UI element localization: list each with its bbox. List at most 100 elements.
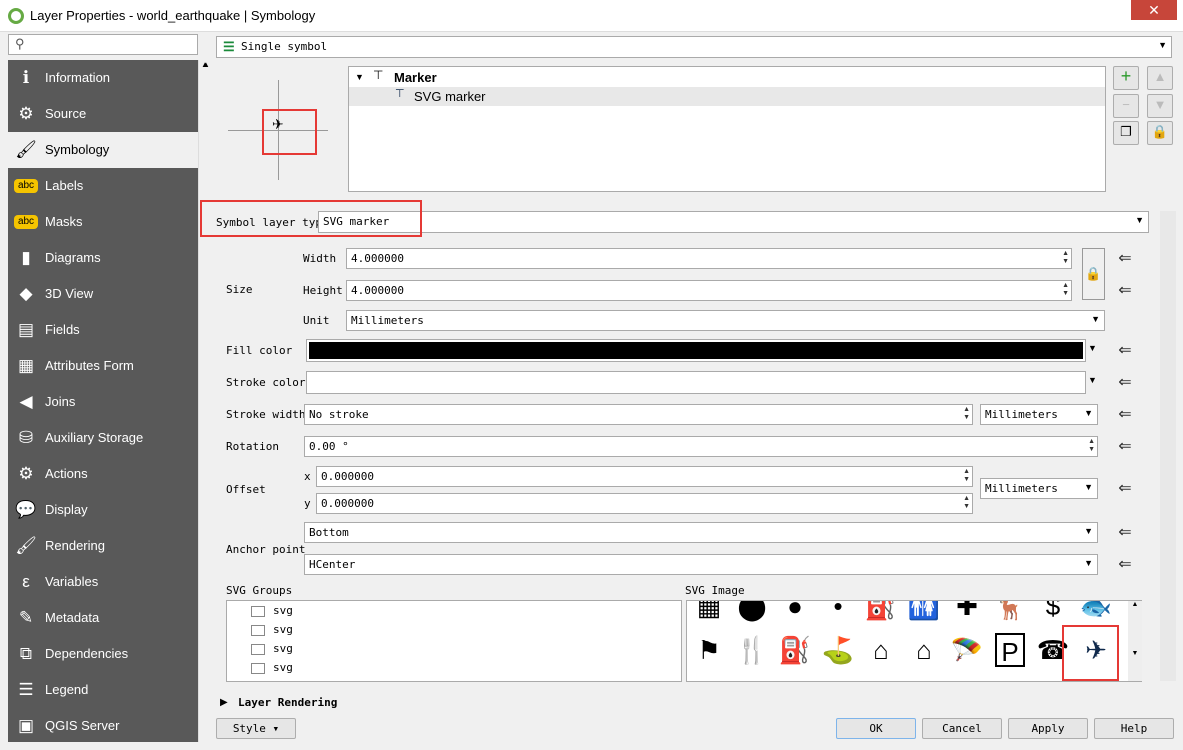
- fill-color-button[interactable]: [306, 339, 1086, 362]
- svg-image-option[interactable]: 🚻: [904, 601, 944, 623]
- svg-image-option[interactable]: ⛽: [861, 601, 901, 623]
- anchor-vertical-select[interactable]: Bottom ▼: [304, 522, 1098, 543]
- svg-image-option[interactable]: ⬤: [732, 601, 772, 623]
- style-label: Style: [232, 722, 266, 735]
- sidebar-item-information[interactable]: ℹ Information: [8, 60, 198, 96]
- svg-marker-icon: ⊤: [395, 88, 405, 100]
- tree-item-marker[interactable]: Marker: [394, 70, 437, 85]
- cancel-button[interactable]: Cancel: [922, 718, 1002, 739]
- close-button[interactable]: ✕: [1131, 0, 1177, 20]
- lock-aspect-ratio-button[interactable]: 🔒: [1082, 248, 1105, 300]
- offset-x-input[interactable]: 0.000000 ▲ ▼: [316, 466, 973, 487]
- apply-button[interactable]: Apply: [1008, 718, 1088, 739]
- data-defined-override-icon[interactable]: ⇐: [1114, 554, 1136, 576]
- rotation-input[interactable]: 0.00 ° ▲ ▼: [304, 436, 1098, 457]
- diagrams-icon: ▮: [21, 248, 31, 267]
- sidebar-item-source[interactable]: ⚙ Source: [8, 96, 198, 132]
- sidebar-item-3d-view[interactable]: ◆ 3D View: [8, 276, 198, 312]
- data-defined-override-icon[interactable]: ⇐: [1114, 248, 1136, 270]
- svg-image-option[interactable]: 🪂: [947, 633, 987, 667]
- offset-x-label: x: [304, 470, 311, 483]
- symbol-layer-tree[interactable]: ▼ ⊤ Marker ⊤ SVG marker: [348, 66, 1106, 192]
- sidebar-item-legend[interactable]: ☰ Legend: [8, 672, 198, 708]
- svg-image-option[interactable]: $: [1033, 601, 1073, 623]
- svg-image-option[interactable]: 🍴: [732, 633, 772, 667]
- svg-image-option[interactable]: ▦: [689, 601, 729, 623]
- sidebar-item-attributes-form[interactable]: ▦ Attributes Form: [8, 348, 198, 384]
- sidebar-item-rendering[interactable]: 🖌 Rendering: [8, 528, 198, 564]
- svg-groups-tree[interactable]: svg svg svg svg: [226, 600, 682, 682]
- svg-group-item[interactable]: svg: [273, 661, 293, 674]
- stroke-width-label: Stroke width: [226, 408, 306, 421]
- move-up-button[interactable]: ▲: [1147, 66, 1173, 90]
- sidebar: ℹ Information ⚙ Source 🖌 Symbology abc Labels ab…: [8, 60, 198, 742]
- svg-group-item[interactable]: svg: [273, 623, 293, 636]
- svg-image-option[interactable]: ⌂: [904, 633, 944, 667]
- svg-group-item[interactable]: svg: [273, 642, 293, 655]
- stroke-color-button[interactable]: [306, 371, 1086, 394]
- svg-group-item[interactable]: svg: [273, 604, 293, 617]
- sidebar-item-diagrams[interactable]: ▮ Diagrams: [8, 240, 198, 276]
- sidebar-item-auxiliary-storage[interactable]: ⛁ Auxiliary Storage: [8, 420, 198, 456]
- size-unit-select[interactable]: Millimeters ▼: [346, 310, 1105, 331]
- sidebar-item-label: QGIS Server: [45, 718, 120, 733]
- offset-unit-select[interactable]: Millimeters ▼: [980, 478, 1098, 499]
- data-defined-override-icon[interactable]: ⇐: [1114, 522, 1136, 544]
- data-defined-override-icon[interactable]: ⇐: [1114, 372, 1136, 394]
- svg-image-option[interactable]: ●: [775, 601, 815, 623]
- settings-scrollbar[interactable]: [1160, 211, 1176, 681]
- sidebar-item-metadata[interactable]: ✎ Metadata: [8, 600, 198, 636]
- sidebar-item-display[interactable]: 💬 Display: [8, 492, 198, 528]
- sidebar-item-fields[interactable]: ▤ Fields: [8, 312, 198, 348]
- data-defined-override-icon[interactable]: ⇐: [1114, 340, 1136, 362]
- remove-layer-button[interactable]: −: [1113, 94, 1139, 118]
- ok-button[interactable]: OK: [836, 718, 916, 739]
- lock-color-button[interactable]: 🔒: [1147, 121, 1173, 145]
- add-layer-button[interactable]: +: [1113, 66, 1139, 90]
- sidebar-item-qgis-server[interactable]: ▣ QGIS Server: [8, 708, 198, 744]
- svg-image-option[interactable]: P: [995, 633, 1025, 667]
- svg-image-option[interactable]: 🦌: [990, 601, 1030, 623]
- svg-image-option[interactable]: ⛳: [818, 633, 858, 667]
- offset-y-input[interactable]: 0.000000 ▲ ▼: [316, 493, 973, 514]
- anchor-horizontal-select[interactable]: HCenter ▼: [304, 554, 1098, 575]
- duplicate-layer-button[interactable]: ❐: [1113, 121, 1139, 145]
- sidebar-item-symbology[interactable]: 🖌 Symbology: [8, 132, 198, 168]
- height-input[interactable]: 4.000000 ▲ ▼: [346, 280, 1072, 301]
- svg-image-option[interactable]: •: [818, 601, 858, 623]
- sidebar-item-label: Source: [45, 106, 87, 121]
- symbol-layer-type-select[interactable]: SVG marker ▼: [318, 211, 1149, 233]
- data-defined-override-icon[interactable]: ⇐: [1114, 478, 1136, 500]
- width-input[interactable]: 4.000000 ▲ ▼: [346, 248, 1072, 269]
- stroke-width-unit-select[interactable]: Millimeters ▼: [980, 404, 1098, 425]
- svg-image-option[interactable]: 🐟: [1076, 601, 1116, 623]
- sidebar-item-masks[interactable]: abc Masks: [8, 204, 198, 240]
- help-button[interactable]: Help: [1094, 718, 1174, 739]
- svg-image-option[interactable]: ⛽: [775, 633, 815, 667]
- offset-unit-value: Millimeters: [985, 482, 1058, 495]
- sidebar-item-labels[interactable]: abc Labels: [8, 168, 198, 204]
- renderer-select[interactable]: ☰ Single symbol ▼: [216, 36, 1172, 58]
- data-defined-override-icon[interactable]: ⇐: [1114, 436, 1136, 458]
- sidebar-item-joins[interactable]: ◀ Joins: [8, 384, 198, 420]
- svg-image-option[interactable]: ✚: [947, 601, 987, 623]
- style-button[interactable]: Style ▾: [216, 718, 296, 739]
- sidebar-item-dependencies[interactable]: ⧉ Dependencies: [8, 636, 198, 672]
- sidebar-item-actions[interactable]: ⚙ Actions: [8, 456, 198, 492]
- data-defined-override-icon[interactable]: ⇐: [1114, 280, 1136, 302]
- stroke-width-input[interactable]: No stroke ▲ ▼: [304, 404, 973, 425]
- svg-image-option[interactable]: ⚑: [689, 633, 729, 667]
- main-scroll-up[interactable]: ▲: [200, 60, 212, 700]
- move-down-button[interactable]: ▼: [1147, 94, 1173, 118]
- svg-image-scrollbar[interactable]: ▲ ▼: [1128, 601, 1142, 681]
- stroke-width-unit-value: Millimeters: [985, 408, 1058, 421]
- sidebar-item-label: Auxiliary Storage: [45, 430, 144, 445]
- svg-image-option[interactable]: ⌂: [861, 633, 901, 667]
- data-defined-override-icon[interactable]: ⇐: [1114, 404, 1136, 426]
- sidebar-search-input[interactable]: ⚲: [8, 34, 198, 55]
- sidebar-item-label: Variables: [45, 574, 99, 589]
- sidebar-item-variables[interactable]: ε Variables: [8, 564, 198, 600]
- window-title: Layer Properties - world_earthquake | Sy…: [30, 8, 316, 23]
- layer-rendering-toggle[interactable]: Layer Rendering: [238, 696, 337, 709]
- tree-item-svg-marker[interactable]: ⊤ SVG marker: [349, 87, 1105, 106]
